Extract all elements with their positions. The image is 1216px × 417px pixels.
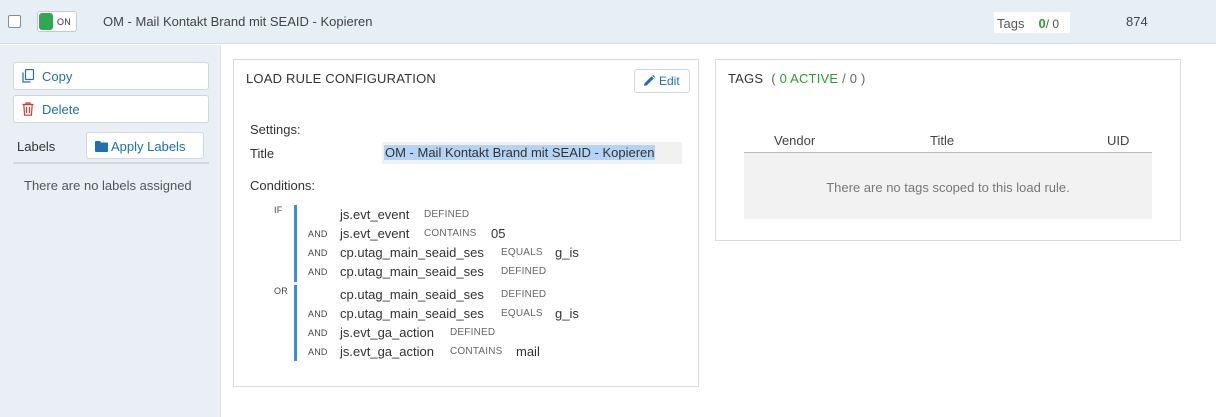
conditions-label: Conditions: [250, 178, 316, 193]
condition-operator: DEFINED [501, 289, 547, 300]
status-toggle[interactable]: ON [37, 11, 77, 32]
row-operator: AND [308, 248, 328, 258]
labels-heading: Labels [17, 139, 56, 154]
condition-variable: js.evt_ga_action [340, 325, 434, 340]
delete-button[interactable]: Delete [13, 95, 209, 123]
condition-value: 05 [491, 226, 506, 241]
load-rule-configuration-panel: LOAD RULE CONFIGURATION Edit Settings: T… [233, 59, 699, 387]
tags-active-count: 0 [1038, 16, 1046, 31]
condition-operator: EQUALS [501, 247, 543, 258]
apply-labels-label: Apply Labels [111, 139, 186, 154]
tags-total-text: / 0 ) [842, 71, 866, 86]
condition-variable: cp.utag_main_seaid_ses [340, 264, 484, 279]
condition-operator: CONTAINS [450, 346, 503, 357]
tags-heading-paren: ( [771, 71, 776, 86]
row-select-checkbox[interactable] [8, 15, 21, 28]
toggle-knob [39, 13, 53, 30]
row-operator: AND [308, 347, 328, 357]
tags-heading-label: TAGS [728, 71, 764, 86]
condition-variable: cp.utag_main_seaid_ses [340, 306, 484, 321]
row-operator: AND [308, 309, 328, 319]
sidebar-divider [220, 45, 221, 417]
title-label: Title [250, 146, 275, 161]
condition-variable: js.evt_event [340, 207, 410, 222]
condition-operator: DEFINED [450, 327, 496, 338]
column-header-title[interactable]: Title [930, 133, 954, 148]
empty-tags-message: There are no tags scoped to this load ru… [826, 180, 1070, 195]
edit-label: Edit [659, 74, 680, 88]
load-rule-header-row[interactable]: ON OM - Mail Kontakt Brand mit SEAID - K… [0, 0, 1216, 44]
trash-icon [22, 102, 34, 116]
delete-label: Delete [42, 102, 80, 117]
condition-operator: CONTAINS [424, 228, 477, 239]
condition-value: g_is [555, 245, 579, 260]
tags-count-pill: Tags 0/ 0 [994, 12, 1070, 33]
apply-labels-button[interactable]: Apply Labels [86, 132, 204, 159]
condition-variable: cp.utag_main_seaid_ses [340, 245, 484, 260]
condition-variable: cp.utag_main_seaid_ses [340, 287, 484, 302]
column-header-vendor[interactable]: Vendor [774, 133, 815, 148]
condition-variable: js.evt_ga_action [340, 344, 434, 359]
group-operator-if: IF [274, 205, 283, 215]
folder-icon [95, 141, 108, 152]
config-heading: LOAD RULE CONFIGURATION [246, 71, 436, 86]
condition-group-bar [294, 205, 297, 282]
toggle-label: ON [57, 17, 72, 27]
condition-operator: DEFINED [424, 209, 470, 220]
copy-icon [22, 69, 34, 83]
rule-uid: 874 [1126, 14, 1148, 29]
rule-title: OM - Mail Kontakt Brand mit SEAID - Kopi… [103, 14, 373, 29]
title-value: OM - Mail Kontakt Brand mit SEAID - Kopi… [384, 145, 656, 160]
settings-label: Settings: [250, 122, 301, 137]
labels-divider [13, 162, 209, 164]
empty-tags-area: There are no tags scoped to this load ru… [744, 153, 1152, 219]
group-operator-or: OR [274, 286, 288, 296]
condition-operator: EQUALS [501, 308, 543, 319]
edit-button[interactable]: Edit [634, 69, 690, 93]
condition-value: g_is [555, 306, 579, 321]
tags-panel: TAGS ( 0 ACTIVE / 0 ) Vendor Title UID Th… [715, 59, 1181, 241]
tags-active-text: 0 ACTIVE [779, 71, 839, 86]
condition-operator: DEFINED [501, 266, 547, 277]
row-operator: AND [308, 229, 328, 239]
tags-heading: TAGS ( 0 ACTIVE / 0 ) [728, 71, 865, 86]
condition-variable: js.evt_event [340, 226, 410, 241]
condition-value: mail [516, 344, 540, 359]
pencil-icon [644, 75, 655, 86]
tags-count-label: Tags [997, 16, 1025, 31]
actions-sidebar: Copy Delete Labels Apply Labels There ar… [0, 45, 221, 417]
condition-group-bar [294, 285, 297, 361]
copy-label: Copy [42, 69, 73, 84]
title-field[interactable]: OM - Mail Kontakt Brand mit SEAID - Kopi… [382, 142, 682, 164]
column-header-uid[interactable]: UID [1107, 133, 1129, 148]
copy-button[interactable]: Copy [13, 62, 209, 90]
no-labels-message: There are no labels assigned [24, 178, 192, 193]
tags-total-count: / 0 [1045, 17, 1060, 31]
row-operator: AND [308, 328, 328, 338]
row-operator: AND [308, 267, 328, 277]
